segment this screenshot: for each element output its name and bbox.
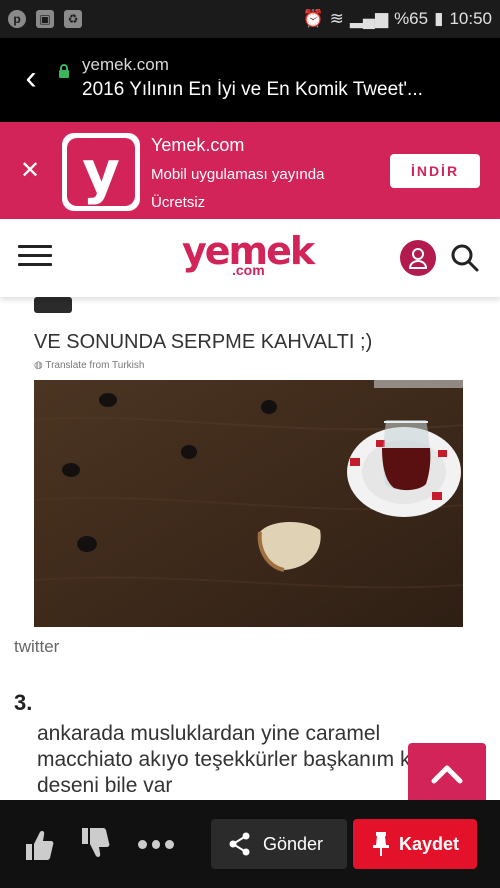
page-title[interactable]: 2016 Yılının En İyi ve En Komik Tweet'..… xyxy=(82,79,492,101)
browser-bar: ‹ yemek.com 2016 Yılının En İyi ve En Ko… xyxy=(0,38,500,122)
bottom-action-bar: Gönder Kaydet xyxy=(0,800,500,888)
battery-text: %65 xyxy=(394,9,429,28)
pin-icon xyxy=(373,832,389,856)
app-logo-letter: y xyxy=(67,138,135,206)
next-tweet-text: ankarada musluklardan yine caramel macch… xyxy=(37,721,457,799)
recycle-icon: ♻ xyxy=(64,10,82,28)
next-tweet-line: macchiato akıyo teşekkürler başkanım k xyxy=(37,748,411,771)
send-button[interactable]: Gönder xyxy=(211,819,347,869)
tweet-avatar-clipped xyxy=(34,297,72,313)
search-icon[interactable] xyxy=(449,242,481,274)
clock: 10:50 xyxy=(449,9,492,28)
notification-icons: p ▣ ♻ xyxy=(8,10,82,28)
next-tweet-line: deseni bile var xyxy=(37,774,173,797)
app-name: Yemek.com xyxy=(151,135,245,155)
tweet-text: VE SONUNDA SERPME KAHVALTI ;) xyxy=(34,331,373,353)
lock-icon xyxy=(59,64,69,78)
signal-icon: ▂▄▆ xyxy=(349,9,389,28)
app-price: Ücretsiz xyxy=(151,194,206,211)
close-icon[interactable]: ✕ xyxy=(16,156,44,184)
chevron-up-icon xyxy=(431,765,463,784)
gallery-icon: ▣ xyxy=(36,10,54,28)
install-button[interactable]: İNDİR xyxy=(390,154,480,188)
app-description: Mobil uygulaması yayında xyxy=(151,166,325,183)
url-domain[interactable]: yemek.com xyxy=(82,55,169,75)
status-bar: p ▣ ♻ ⏰ ≋ ▂▄▆ %65 ▮ 10:50 xyxy=(0,0,500,38)
system-icons: ⏰ ≋ ▂▄▆ %65 ▮ 10:50 xyxy=(302,9,492,29)
share-icon xyxy=(229,832,250,856)
battery-icon: ▮ xyxy=(434,9,444,28)
send-label: Gönder xyxy=(263,833,324,854)
app-logo: y xyxy=(62,133,140,211)
thumbs-up-icon[interactable] xyxy=(24,828,54,862)
save-label: Kaydet xyxy=(399,833,460,854)
thumbs-down-icon[interactable] xyxy=(80,826,110,860)
translate-link[interactable]: ◍ Translate from Turkish xyxy=(34,360,144,371)
app-install-banner: ✕ y Yemek.com Mobil uygulaması yayında Ü… xyxy=(0,122,500,219)
site-logo-sub: .com xyxy=(232,262,265,278)
save-button[interactable]: Kaydet xyxy=(353,819,477,869)
user-icon[interactable] xyxy=(400,240,436,276)
menu-icon[interactable] xyxy=(18,245,52,269)
scroll-to-top-button[interactable] xyxy=(408,743,486,800)
pinterest-icon: p xyxy=(8,10,26,28)
alarm-icon: ⏰ xyxy=(302,9,324,28)
site-logo[interactable]: yemek .com xyxy=(182,229,315,281)
wifi-icon: ≋ xyxy=(329,9,344,28)
next-tweet-line: ankarada musluklardan yine caramel xyxy=(37,722,381,745)
back-arrow-icon[interactable]: ‹ xyxy=(14,58,48,98)
article-content: VE SONUNDA SERPME KAHVALTI ;) ◍ Translat… xyxy=(0,297,500,800)
item-number: 3. xyxy=(14,690,33,715)
tweet-photo[interactable] xyxy=(34,380,463,627)
page: p ▣ ♻ ⏰ ≋ ▂▄▆ %65 ▮ 10:50 ‹ yemek.com 20… xyxy=(0,0,500,888)
translate-label: Translate from Turkish xyxy=(45,360,145,371)
tweet-source: twitter xyxy=(14,637,60,656)
site-header: yemek .com xyxy=(0,219,500,297)
more-icon[interactable] xyxy=(138,840,175,850)
